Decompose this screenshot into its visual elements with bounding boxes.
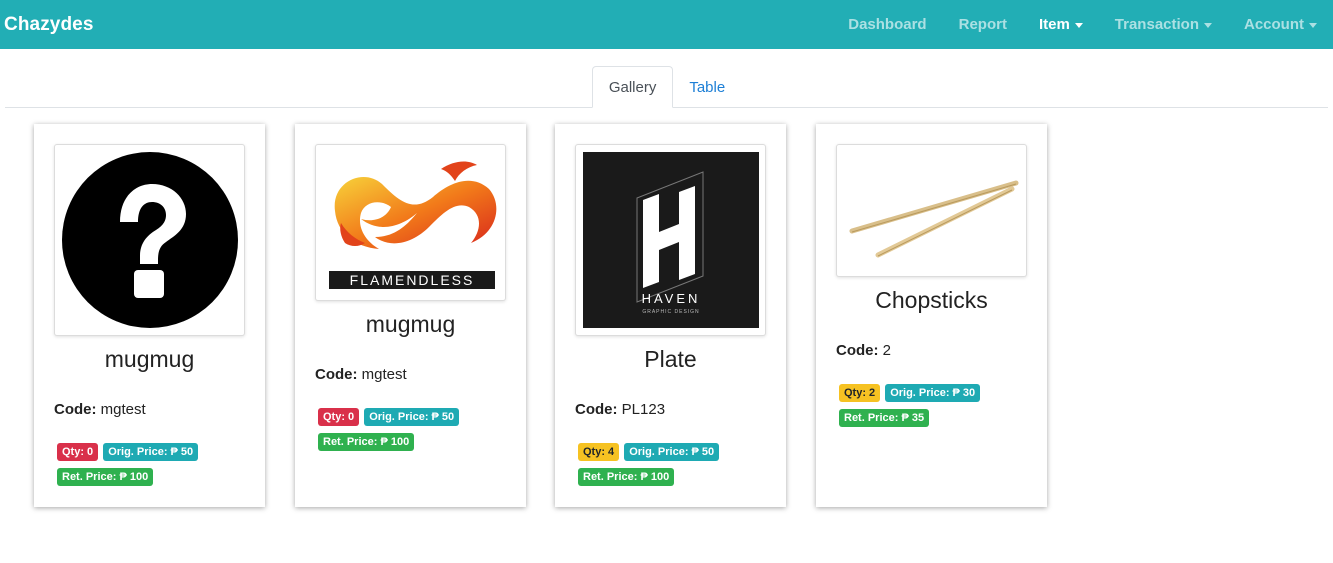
brand-logo-text[interactable]: Chazydes bbox=[4, 14, 94, 36]
ret-price-badge: Ret. Price: ₱ 100 bbox=[578, 468, 675, 486]
nav-account-label: Account bbox=[1244, 16, 1304, 33]
logo-wordmark: HAVEN bbox=[641, 291, 700, 306]
item-card[interactable]: mugmug Code: mgtest Qty: 0 Orig. Price: ₱… bbox=[34, 124, 265, 507]
item-gallery: mugmug Code: mgtest Qty: 0 Orig. Price: ₱… bbox=[0, 108, 1333, 528]
orig-price-badge: Orig. Price: ₱ 50 bbox=[103, 443, 199, 461]
item-code: Code: mgtest bbox=[54, 401, 146, 418]
nav-item-label: Item bbox=[1038, 16, 1070, 33]
code-value: 2 bbox=[882, 342, 892, 359]
chopsticks-photo bbox=[849, 180, 1018, 257]
nav-dashboard[interactable]: Dashboard bbox=[832, 16, 942, 33]
item-image: HAVEN GRAPHIC DESIGN bbox=[575, 144, 766, 336]
item-code: Code: 2 bbox=[836, 342, 891, 359]
flamendless-logo: FLAMENDLESS bbox=[328, 161, 496, 289]
item-badges: Qty: 0 Orig. Price: ₱ 50 Ret. Price: ₱ 10… bbox=[57, 442, 257, 492]
nav-transaction-label: Transaction bbox=[1114, 16, 1199, 33]
logo-wordmark: FLAMENDLESS bbox=[349, 272, 474, 288]
nav-dashboard-label: Dashboard bbox=[848, 16, 927, 33]
code-label: Code: bbox=[54, 401, 97, 418]
item-badges: Qty: 4 Orig. Price: ₱ 50 Ret. Price: ₱ 10… bbox=[578, 442, 778, 492]
view-tabs: Gallery Table bbox=[5, 65, 1328, 108]
item-name: mugmug bbox=[104, 346, 195, 372]
nav-report-label: Report bbox=[958, 16, 1007, 33]
tab-gallery[interactable]: Gallery bbox=[591, 66, 674, 108]
code-value: PL123 bbox=[621, 401, 666, 418]
caret-down-icon bbox=[1309, 22, 1317, 28]
orig-price-badge: Orig. Price: ₱ 50 bbox=[364, 408, 460, 426]
qty-badge: Qty: 0 bbox=[57, 443, 99, 461]
nav-account-dropdown[interactable]: Account bbox=[1228, 16, 1333, 33]
code-label: Code: bbox=[315, 366, 358, 383]
qty-badge: Qty: 0 bbox=[318, 408, 360, 426]
caret-down-icon bbox=[1074, 22, 1083, 28]
logo-subtext: GRAPHIC DESIGN bbox=[642, 309, 699, 315]
item-image: FLAMENDLESS bbox=[315, 144, 506, 301]
item-code: Code: mgtest bbox=[315, 366, 407, 383]
item-name: mugmug bbox=[365, 311, 456, 337]
item-name: Plate bbox=[644, 346, 697, 372]
code-value: mgtest bbox=[100, 401, 146, 418]
haven-logo: HAVEN GRAPHIC DESIGN bbox=[582, 152, 759, 328]
item-badges: Qty: 0 Orig. Price: ₱ 50 Ret. Price: ₱ 10… bbox=[318, 407, 518, 457]
item-name: Chopsticks bbox=[875, 287, 988, 313]
item-card[interactable]: Chopsticks Code: 2 Qty: 2 Orig. Price: ₱ … bbox=[816, 124, 1047, 507]
tab-table[interactable]: Table bbox=[673, 67, 741, 108]
ret-price-badge: Ret. Price: ₱ 35 bbox=[839, 409, 930, 427]
nav-transaction-dropdown[interactable]: Transaction bbox=[1099, 16, 1228, 33]
ret-price-badge: Ret. Price: ₱ 100 bbox=[318, 433, 415, 451]
nav-item-dropdown[interactable]: Item bbox=[1023, 16, 1099, 33]
qty-badge: Qty: 2 bbox=[839, 384, 881, 402]
ret-price-badge: Ret. Price: ₱ 100 bbox=[57, 468, 154, 486]
top-navbar: Chazydes Dashboard Report Item Transacti… bbox=[0, 0, 1333, 49]
item-image bbox=[836, 144, 1027, 277]
code-label: Code: bbox=[575, 401, 618, 418]
nav-report[interactable]: Report bbox=[943, 16, 1023, 33]
item-card[interactable]: HAVEN GRAPHIC DESIGN Plate Code: PL123 Q… bbox=[555, 124, 786, 507]
nav-menu: Dashboard Report Item Transaction Accoun… bbox=[832, 16, 1333, 33]
item-image bbox=[54, 144, 245, 336]
qty-badge: Qty: 4 bbox=[578, 443, 620, 461]
question-mark-icon bbox=[61, 152, 238, 328]
caret-down-icon bbox=[1204, 22, 1212, 28]
item-badges: Qty: 2 Orig. Price: ₱ 30 Ret. Price: ₱ 35 bbox=[839, 383, 1039, 433]
orig-price-badge: Orig. Price: ₱ 50 bbox=[624, 443, 720, 461]
code-value: mgtest bbox=[361, 366, 407, 383]
item-code: Code: PL123 bbox=[575, 401, 665, 418]
code-label: Code: bbox=[836, 342, 879, 359]
orig-price-badge: Orig. Price: ₱ 30 bbox=[885, 384, 981, 402]
item-card[interactable]: FLAMENDLESS mugmug Code: mgtest Qty: 0 Or… bbox=[295, 124, 526, 507]
